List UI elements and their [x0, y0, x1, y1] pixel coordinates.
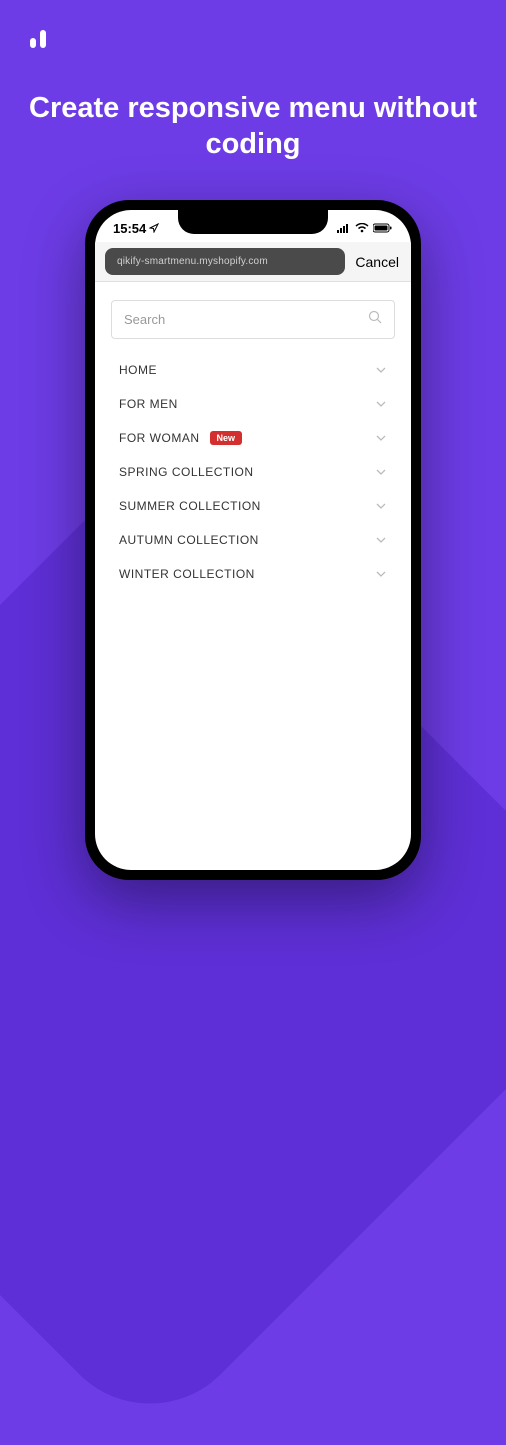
cancel-button[interactable]: Cancel — [353, 250, 401, 274]
menu-item-label: SPRING COLLECTION — [119, 465, 254, 479]
menu-item-for-woman[interactable]: FOR WOMAN New — [115, 421, 391, 455]
search-input[interactable]: Search — [111, 300, 395, 339]
battery-icon — [373, 221, 393, 236]
menu-item-label: SUMMER COLLECTION — [119, 499, 261, 513]
menu-item-label: WINTER COLLECTION — [119, 567, 255, 581]
search-placeholder: Search — [124, 312, 165, 327]
menu-list: HOME FOR MEN FOR WOMAN — [111, 353, 395, 591]
chevron-down-icon — [375, 431, 387, 445]
menu-item-summer[interactable]: SUMMER COLLECTION — [115, 489, 391, 523]
new-badge: New — [210, 431, 243, 445]
menu-item-for-men[interactable]: FOR MEN — [115, 387, 391, 421]
menu-item-label: AUTUMN COLLECTION — [119, 533, 259, 547]
menu-item-autumn[interactable]: AUTUMN COLLECTION — [115, 523, 391, 557]
chevron-down-icon — [375, 567, 387, 581]
page-content: Search HOME — [95, 282, 411, 609]
phone-notch — [178, 210, 328, 234]
menu-item-label: FOR WOMAN — [119, 431, 200, 445]
chevron-down-icon — [375, 363, 387, 377]
search-icon — [368, 310, 382, 329]
menu-item-spring[interactable]: SPRING COLLECTION — [115, 455, 391, 489]
status-time: 15:54 — [113, 221, 146, 236]
phone-mockup-frame: 15:54 — [85, 200, 421, 880]
url-input[interactable]: qikify-smartmenu.myshopify.com — [105, 248, 345, 275]
browser-address-row: qikify-smartmenu.myshopify.com Cancel — [95, 242, 411, 282]
menu-item-home[interactable]: HOME — [115, 353, 391, 387]
app-logo-icon — [28, 28, 50, 55]
menu-item-label: HOME — [119, 363, 157, 377]
signal-icon — [337, 221, 351, 236]
menu-item-winter[interactable]: WINTER COLLECTION — [115, 557, 391, 591]
menu-item-label: FOR MEN — [119, 397, 178, 411]
wifi-icon — [355, 221, 369, 236]
location-arrow-icon — [149, 221, 159, 236]
chevron-down-icon — [375, 499, 387, 513]
phone-screen: 15:54 — [95, 210, 411, 870]
headline-text: Create responsive menu without coding — [0, 90, 506, 163]
chevron-down-icon — [375, 397, 387, 411]
chevron-down-icon — [375, 465, 387, 479]
chevron-down-icon — [375, 533, 387, 547]
